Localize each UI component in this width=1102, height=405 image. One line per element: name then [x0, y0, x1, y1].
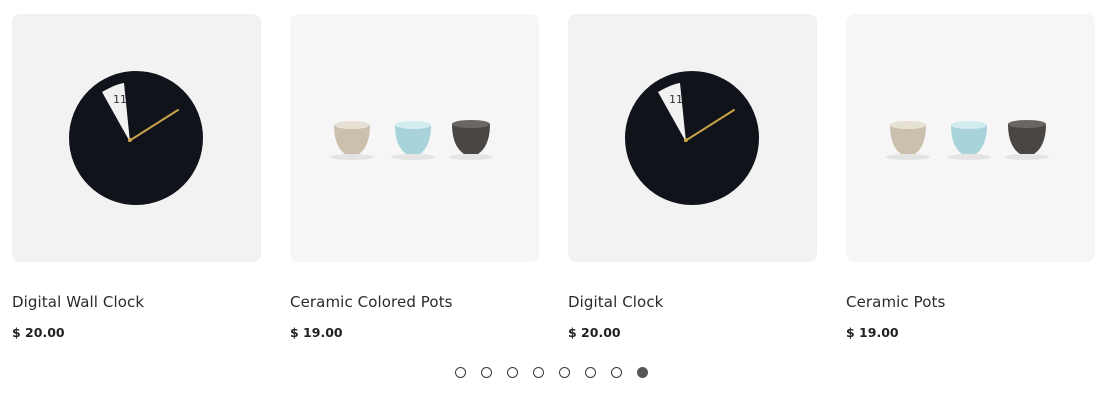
product-title[interactable]: Digital Wall Clock [12, 293, 261, 311]
product-price: $ 20.00 [568, 325, 621, 340]
product-price: $ 19.00 [846, 325, 899, 340]
product-title[interactable]: Digital Clock [568, 293, 817, 311]
product-image-wall-clock[interactable]: 11 [568, 14, 817, 262]
pagination-dot-2[interactable] [481, 367, 492, 378]
product-price: $ 20.00 [12, 325, 65, 340]
clock-center [684, 138, 688, 142]
product-image-ceramic-pots[interactable] [290, 14, 539, 262]
pagination-dot-8[interactable] [637, 367, 648, 378]
product-title[interactable]: Ceramic Pots [846, 293, 1095, 311]
clock-face [625, 71, 759, 205]
product-card-digital-wall-clock[interactable]: 11 Digital Wall Clock $ 20.00 [12, 14, 261, 341]
product-row: 11 Digital Wall Clock $ 20.00 Ceramic Co… [12, 14, 1095, 341]
pagination-dot-6[interactable] [585, 367, 596, 378]
product-card-ceramic-pots[interactable]: Ceramic Pots $ 19.00 [846, 14, 1095, 341]
pagination-dot-1[interactable] [455, 367, 466, 378]
pagination-dot-7[interactable] [611, 367, 622, 378]
pagination-dot-4[interactable] [533, 367, 544, 378]
pagination-dot-3[interactable] [507, 367, 518, 378]
ceramic-pots-illustration [886, 120, 1049, 160]
clock-number: 11 [669, 93, 683, 106]
ceramic-pots-illustration [330, 120, 493, 160]
carousel-pagination [455, 367, 648, 378]
product-title[interactable]: Ceramic Colored Pots [290, 293, 539, 311]
product-price: $ 19.00 [290, 325, 343, 340]
product-card-ceramic-colored-pots[interactable]: Ceramic Colored Pots $ 19.00 [290, 14, 539, 341]
product-card-digital-clock[interactable]: 11 Digital Clock $ 20.00 [568, 14, 817, 341]
wall-clock-illustration: 11 [69, 71, 203, 205]
wall-clock-illustration: 11 [625, 71, 759, 205]
product-carousel: 11 Digital Wall Clock $ 20.00 Ceramic Co… [0, 0, 1102, 405]
pagination-dot-5[interactable] [559, 367, 570, 378]
clock-center [128, 138, 132, 142]
clock-face [69, 71, 203, 205]
product-image-wall-clock[interactable]: 11 [12, 14, 261, 262]
clock-number: 11 [113, 93, 127, 106]
product-image-ceramic-pots[interactable] [846, 14, 1095, 262]
